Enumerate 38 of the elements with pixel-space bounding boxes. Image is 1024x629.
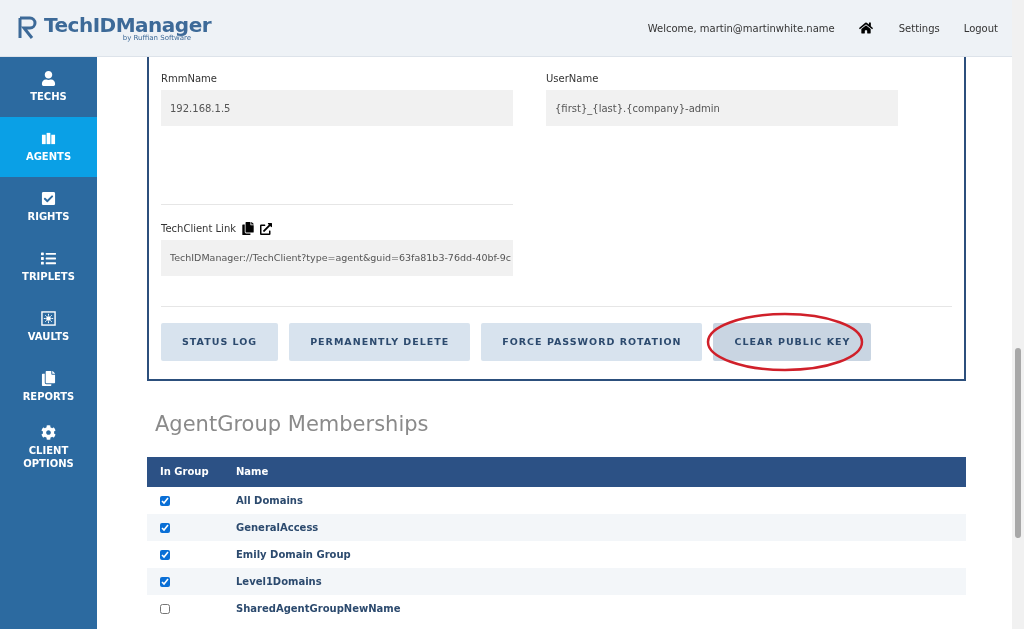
input-field[interactable]: TechIDManager://TechClient?type=agent&guid=63fa81b3-76dd-40bf-9c xyxy=(161,240,513,276)
settings-icon xyxy=(41,424,56,440)
nav-link[interactable]: Settings xyxy=(896,20,942,36)
field-label: TechClient Link xyxy=(161,222,236,236)
table-cell: All Domains xyxy=(236,486,966,514)
nav-link[interactable]: Logout xyxy=(961,20,1000,36)
action-button[interactable]: CLEAR PUBLIC KEY xyxy=(713,323,872,361)
membership-checkbox[interactable] xyxy=(160,603,170,614)
action-button[interactable]: PERMANENTLY DELETE xyxy=(289,323,471,361)
input-field[interactable]: {first}_{last}.{company}-admin xyxy=(546,90,898,126)
input-field[interactable]: 192.168.1.5 xyxy=(161,90,513,126)
membership-checkbox[interactable] xyxy=(160,495,170,506)
vault-icon xyxy=(41,311,56,326)
logo-text: TechIDManager xyxy=(44,14,212,35)
column-header: Name xyxy=(236,456,966,487)
welcome-text: Welcome, martin@martinwhite.name xyxy=(647,21,835,36)
action-button[interactable]: STATUS LOG xyxy=(161,323,279,361)
list-icon xyxy=(41,251,56,266)
field-label: UserName xyxy=(546,72,600,86)
table-cell: GeneralAccess xyxy=(236,513,966,541)
external-link-icon[interactable] xyxy=(260,222,272,235)
membership-checkbox[interactable] xyxy=(160,576,170,587)
field-label: RmmName xyxy=(161,72,218,86)
table-cell: Emily Domain Group xyxy=(236,540,966,568)
table-cell: SharedAgentGroupNewName xyxy=(236,594,966,622)
scrollbar-thumb[interactable] xyxy=(1015,348,1021,538)
column-header: In Group xyxy=(147,456,236,487)
bars-icon xyxy=(41,131,56,146)
documents-icon xyxy=(41,371,56,386)
user-icon xyxy=(41,71,56,86)
checkbox-icon xyxy=(41,191,56,206)
home-icon[interactable] xyxy=(858,21,873,35)
table-cell: Level1Domains xyxy=(236,567,966,595)
copy-icon[interactable] xyxy=(242,222,254,235)
section-title: AgentGroup Memberships xyxy=(155,411,430,438)
membership-checkbox[interactable] xyxy=(160,549,170,560)
action-button[interactable]: FORCE PASSWORD ROTATION xyxy=(481,323,703,361)
membership-checkbox[interactable] xyxy=(160,522,170,533)
